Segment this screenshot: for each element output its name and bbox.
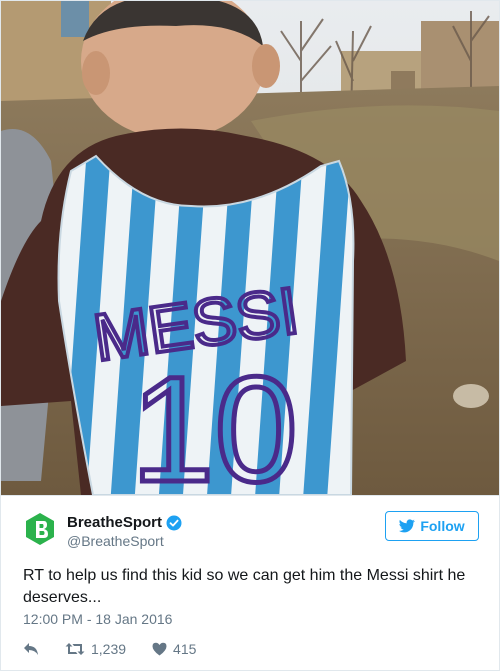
retweet-count: 1,239 [91, 641, 127, 657]
heart-icon [152, 642, 167, 656]
breathesport-logo-icon[interactable] [23, 512, 57, 546]
retweet-button[interactable]: 1,239 [65, 641, 126, 657]
tweet-photo[interactable]: MESSI 10 [1, 1, 499, 496]
account-handle[interactable]: @BreatheSport [67, 533, 164, 549]
jersey-number-text: 10 [131, 345, 298, 495]
tweet-text: RT to help us find this kid so we can ge… [23, 567, 466, 606]
verified-badge-icon [166, 515, 182, 531]
like-count: 415 [173, 641, 197, 657]
reply-icon [23, 642, 39, 656]
tweet-header: BreatheSport @BreatheSport Follow [1, 496, 499, 556]
display-name-text[interactable]: BreatheSport [67, 514, 162, 531]
like-button[interactable]: 415 [152, 641, 196, 657]
tweet-timestamp[interactable]: 12:00 PM - 18 Jan 2016 [23, 611, 172, 627]
twitter-bird-icon [399, 519, 416, 533]
photo-illustration: MESSI 10 [1, 1, 499, 495]
follow-button-label: Follow [420, 518, 465, 534]
tweet-actions: 1,239 415 [23, 639, 222, 659]
retweet-icon [65, 642, 85, 656]
reply-button[interactable] [23, 642, 39, 656]
tweet-card: MESSI 10 BreatheSport @BreatheSport Foll… [0, 0, 500, 671]
account-display-name[interactable]: BreatheSport [67, 514, 182, 531]
follow-button[interactable]: Follow [385, 511, 479, 541]
